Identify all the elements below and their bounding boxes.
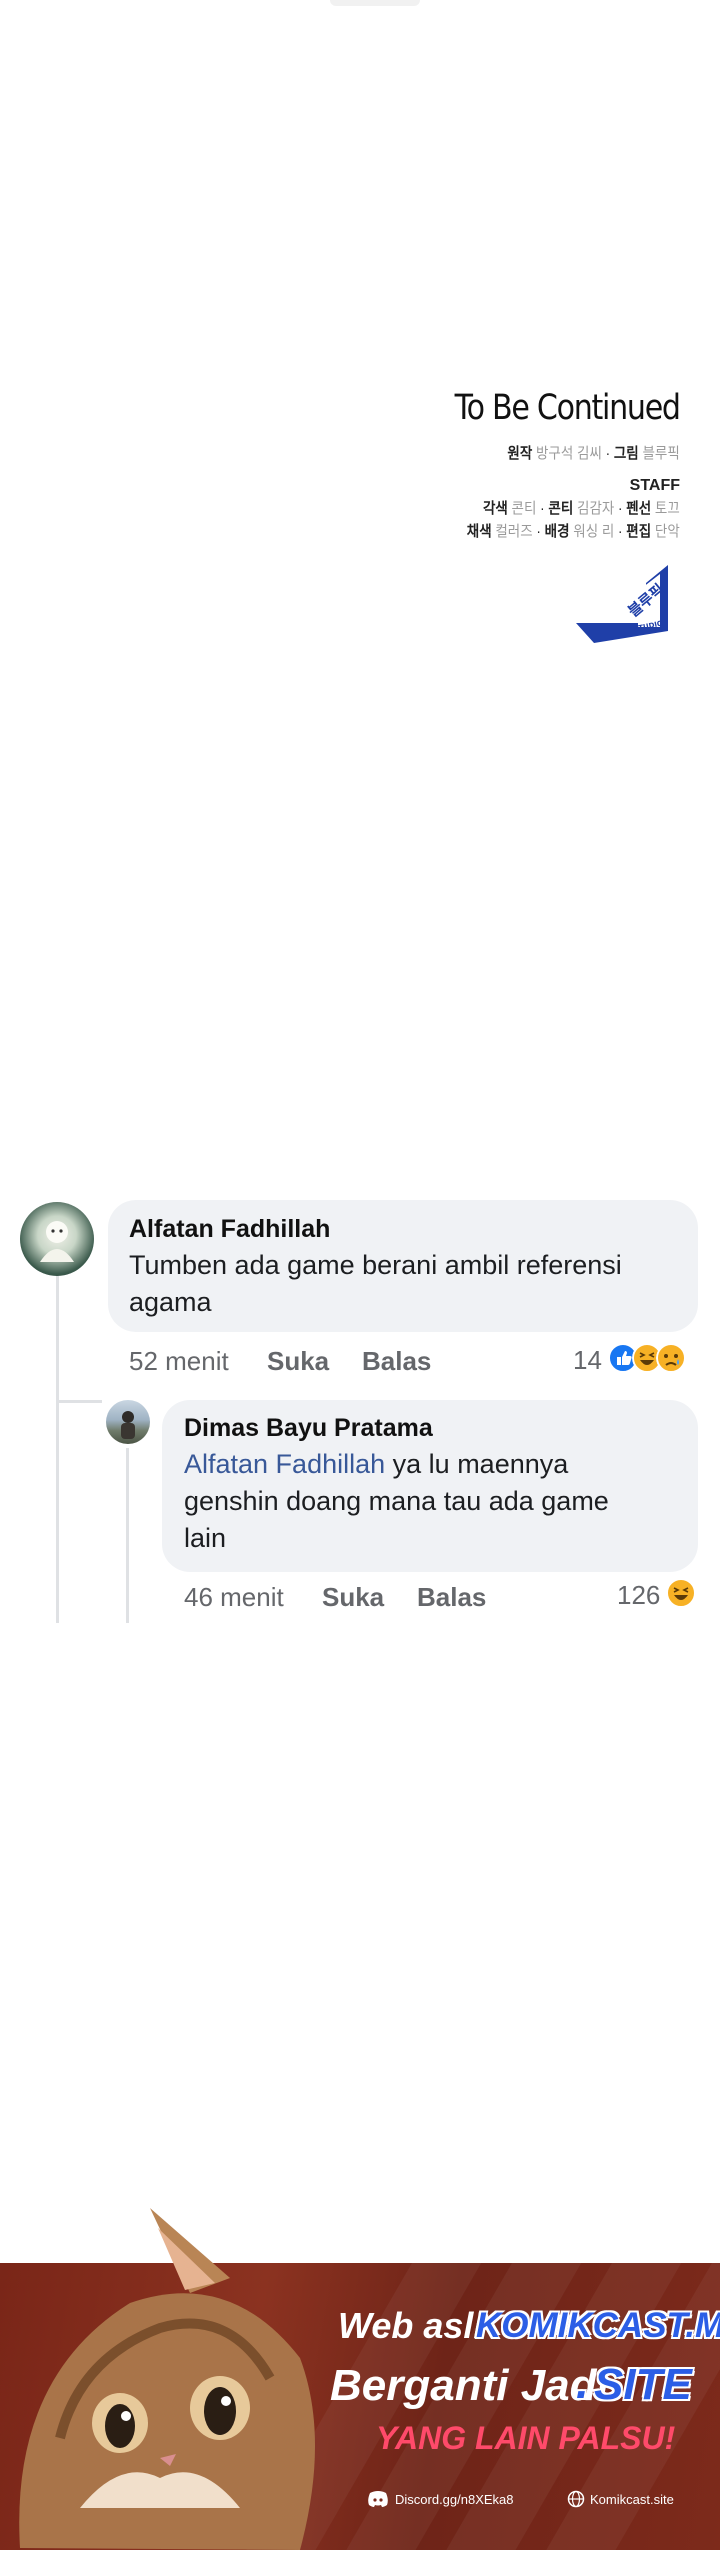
avatar-dimas[interactable] — [106, 1400, 150, 1444]
reply-thread-line — [126, 1448, 129, 1623]
globe-icon — [567, 2490, 585, 2508]
avatar-figure-icon — [40, 1221, 74, 1262]
cat-mascot-image — [19, 2208, 315, 2550]
thread-branch-line — [56, 1400, 102, 1403]
discord-icon — [368, 2491, 388, 2507]
banner-warning: YANG LAIN PALSU! — [376, 2420, 676, 2456]
avatar-alfatan[interactable] — [20, 1202, 94, 1276]
comment-author-1[interactable]: Alfatan Fadhillah — [129, 1215, 330, 1244]
to-be-continued-title: To Be Continued — [454, 388, 681, 428]
comment-reply-button-2[interactable]: Balas — [417, 1582, 486, 1613]
comment-time-1: 52 menit — [129, 1346, 229, 1376]
comment-like-button-2[interactable]: Suka — [322, 1582, 384, 1613]
comment-time-2: 46 menit — [184, 1582, 284, 1612]
credits-staff-heading: STAFF — [629, 477, 680, 494]
comment-author-2[interactable]: Dimas Bayu Pratama — [184, 1414, 433, 1443]
mention-link[interactable]: Alfatan Fadhillah — [184, 1449, 385, 1479]
sad-icon — [656, 1343, 686, 1373]
credits-block: To Be Continued 원작 방구석 김씨 · 그림 블루픽 STAFF… — [418, 388, 681, 541]
comment-text-2-line3: lain — [184, 1523, 227, 1553]
comment-text-2-line2: genshin doang mana tau ada game — [184, 1486, 609, 1516]
haha-icon — [666, 1578, 696, 1608]
banner-discord-link[interactable]: Discord.gg/n8XEka8 — [395, 2492, 514, 2507]
avatar-person-icon — [121, 1411, 135, 1439]
banner-berganti: Berganti Jadi — [330, 2361, 609, 2410]
banner-dot: . — [576, 2356, 589, 2408]
comment-text-1-line2: agama — [129, 1287, 212, 1317]
bluepic-studio-logo: 블루픽 STUDIO — [576, 565, 668, 643]
top-edge-shade — [330, 0, 420, 6]
comment-text-2-line1: Alfatan Fadhillah ya lu maennya — [184, 1449, 569, 1479]
banner-website-link[interactable]: Komikcast.site — [590, 2492, 674, 2507]
comment-reply-button-1[interactable]: Balas — [362, 1346, 431, 1377]
reaction-count-1[interactable]: 14 — [573, 1345, 602, 1376]
credits-line-original: 원작 방구석 김씨 · 그림 블루픽 — [507, 445, 680, 462]
comment-text-1-line1: Tumben ada game berani ambil referensi — [129, 1250, 622, 1280]
banner-web-asli: Web asli — [338, 2305, 484, 2346]
thread-line — [56, 1248, 59, 1623]
credits-line-staff-2: 채색 컬러즈 · 배경 워싱 리 · 편집 단악 — [467, 523, 680, 540]
banner-new-site[interactable]: SITE — [594, 2360, 692, 2410]
reaction-count-2[interactable]: 126 — [617, 1580, 660, 1611]
banner-old-site[interactable]: KOMIKCAST.ME — [476, 2306, 720, 2346]
credits-line-staff-1: 각색 콘티 · 콘티 김감자 · 펜선 토끄 — [483, 500, 680, 517]
comment-like-button-1[interactable]: Suka — [267, 1346, 329, 1377]
